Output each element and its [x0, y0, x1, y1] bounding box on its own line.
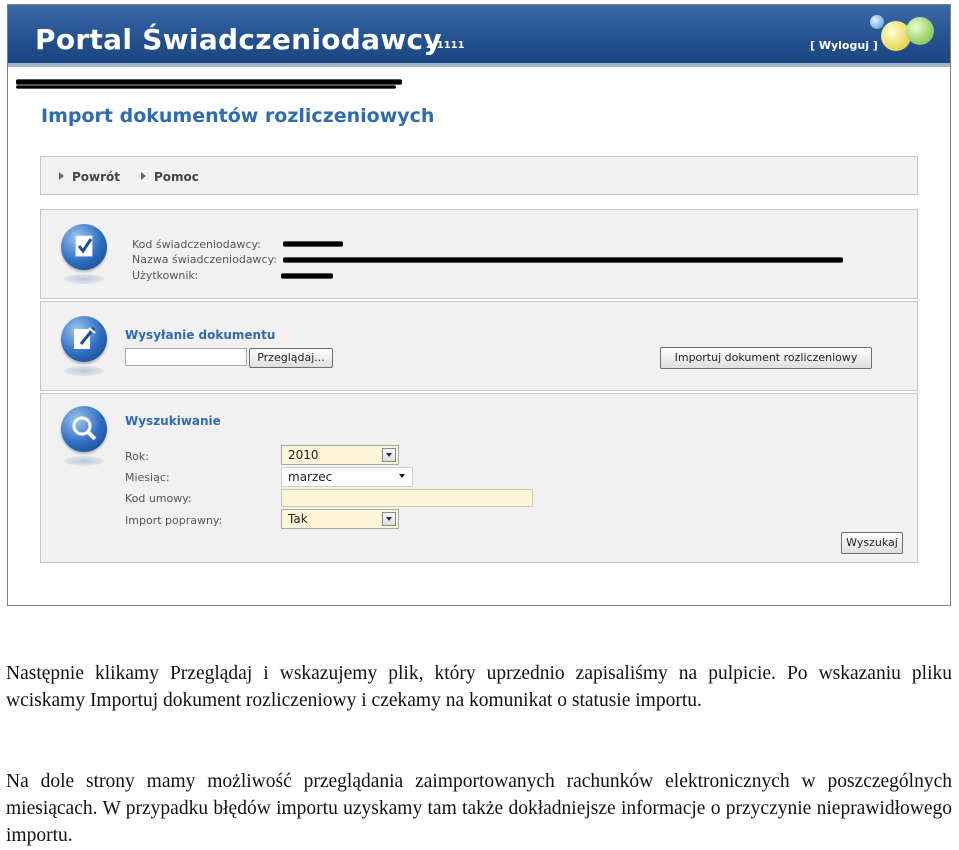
provider-info-panel: Kod świadczeniodawcy: Nazwa świadczeniod… [40, 209, 918, 299]
dropdown-arrow-icon [396, 470, 410, 484]
search-panel: Wyszukiwanie Rok: 2010 Miesiąc: marzec K… [40, 393, 918, 563]
nav-bar: Powrót Pomoc [40, 156, 918, 195]
banner-underline [8, 63, 950, 67]
import-ok-label: Import poprawny: [125, 514, 223, 527]
back-link[interactable]: Powrót [59, 170, 120, 184]
import-ok-select[interactable]: Tak [281, 509, 399, 529]
month-select[interactable]: marzec [281, 467, 413, 487]
header-banner: Portal Świadczeniodawcy 2.1111 [ Wyloguj… [8, 5, 950, 63]
dropdown-arrow-icon [382, 512, 396, 526]
provider-code-label: Kod świadczeniodawcy: [132, 238, 261, 251]
icon-reflection [64, 274, 104, 284]
page-title: Import dokumentów rozliczeniowych [41, 105, 435, 127]
chevron-right-icon [141, 172, 146, 180]
contract-code-input[interactable] [281, 489, 533, 507]
month-label: Miesiąc: [125, 471, 170, 484]
redacted-provider-name [283, 257, 843, 263]
logo-bubbles [870, 15, 940, 55]
app-title: Portal Świadczeniodawcy [35, 23, 442, 56]
chevron-right-icon [59, 172, 64, 180]
icon-reflection [64, 366, 104, 376]
paragraph-2: Na dole strony mamy możliwość przeglądan… [6, 771, 952, 846]
import-document-button[interactable]: Importuj dokument rozliczeniowy [660, 347, 872, 369]
redacted-breadcrumb-2 [16, 85, 396, 89]
help-label: Pomoc [154, 170, 199, 184]
year-value: 2010 [288, 448, 319, 462]
year-label: Rok: [125, 450, 149, 463]
portal-screenshot: Portal Świadczeniodawcy 2.1111 [ Wyloguj… [7, 4, 951, 606]
upload-title: Wysyłanie dokumentu [125, 328, 276, 342]
provider-name-label: Nazwa świadczeniodawcy: [132, 253, 278, 266]
redacted-provider-code [283, 241, 343, 247]
search-button[interactable]: Wyszukaj [841, 532, 903, 554]
logout-link[interactable]: [ Wyloguj ] [810, 39, 878, 52]
redacted-user-name [281, 273, 333, 279]
file-path-input[interactable] [125, 348, 247, 366]
dropdown-arrow-icon [382, 448, 396, 462]
contract-code-label: Kod umowy: [125, 492, 192, 505]
browse-button[interactable]: Przeglądaj... [249, 348, 333, 368]
icon-reflection [64, 456, 104, 466]
document-check-icon [61, 224, 107, 270]
blue-bubble [870, 15, 884, 29]
document-edit-icon [61, 316, 107, 362]
import-ok-value: Tak [288, 512, 308, 526]
green-bubble [906, 17, 934, 45]
upload-panel: Wysyłanie dokumentu Przeglądaj... Import… [40, 301, 918, 391]
search-title: Wyszukiwanie [125, 414, 221, 428]
app-version: 2.1111 [426, 40, 465, 51]
user-label: Użytkownik: [132, 269, 199, 282]
month-value: marzec [288, 470, 333, 484]
back-label: Powrót [72, 170, 121, 184]
year-select[interactable]: 2010 [281, 445, 399, 465]
magnifier-icon [61, 406, 107, 452]
help-link[interactable]: Pomoc [141, 170, 199, 184]
paragraph-1: Następnie klikamy Przeglądaj i wskazujem… [6, 663, 952, 711]
